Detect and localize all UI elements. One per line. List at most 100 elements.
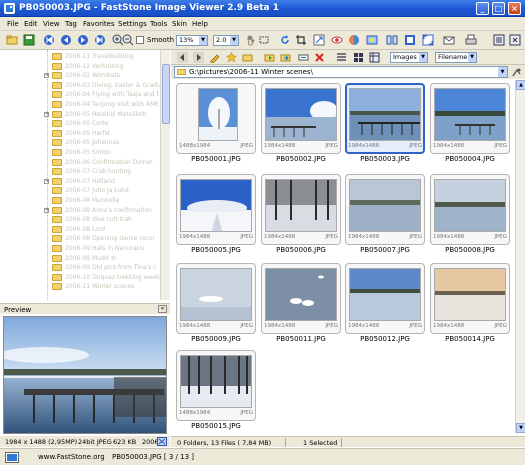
folder-tree-item[interactable]: 2006-05 Simon xyxy=(0,149,170,157)
scrollbar-thumb[interactable] xyxy=(162,64,170,124)
folder-tree-item[interactable]: 2006-05 Corte xyxy=(0,120,170,128)
scroll-down-icon[interactable]: ▼ xyxy=(516,423,525,433)
folder-tree-item[interactable]: 2006-08 Lord xyxy=(0,225,170,234)
crop-icon[interactable] xyxy=(295,34,307,46)
folder-tree-item[interactable]: 2006-03 Diving, Easter & Gradu xyxy=(0,81,170,90)
thumbnail-item[interactable]: 1984x1488 JPEG PB050008.JPG xyxy=(430,174,510,254)
folder-tree-item[interactable]: +2006-07 Holland xyxy=(0,177,170,186)
folder-tree-item[interactable]: 2006-05 Johannus xyxy=(0,139,170,147)
thumbnail-item[interactable]: 1984x1488 JPEG PB050014.JPG xyxy=(430,263,510,343)
red-eye-icon[interactable] xyxy=(331,34,343,46)
rename-icon[interactable] xyxy=(298,52,309,63)
thumbnail-item[interactable]: 1488x1984 JPEG PB050001.JPG xyxy=(176,83,256,163)
thumbnail-item[interactable]: 1984x1488 JPEG PB050004.JPG xyxy=(430,83,510,163)
folder-tree-item[interactable]: +2006-08 Anna's confirmation xyxy=(0,206,170,215)
menu-tag[interactable]: Tag xyxy=(65,20,77,28)
open-folder-icon[interactable] xyxy=(6,34,18,46)
folder-tree-scrollbar[interactable] xyxy=(160,50,170,300)
menu-skin[interactable]: Skin xyxy=(172,20,187,28)
thumbnail-scrollbar[interactable]: ▲ ▼ xyxy=(515,80,525,433)
folder-tree-item[interactable]: 2006-08 dive cult trak xyxy=(0,216,170,224)
folder-tree-item[interactable]: +2006-02 Wombats xyxy=(0,72,170,80)
forward-icon[interactable] xyxy=(193,52,204,63)
thumbnail-item[interactable]: 1488x1984 JPEG PB050015.JPG xyxy=(176,350,256,430)
folder-tree-item[interactable]: 2006-04 Tanjong visit with AME xyxy=(0,101,170,109)
delete-icon[interactable] xyxy=(314,52,325,63)
website-link[interactable]: www.FastStone.org xyxy=(38,453,105,461)
smooth-checkbox[interactable] xyxy=(136,36,144,44)
save-icon[interactable] xyxy=(23,34,35,46)
folder-tree-item[interactable]: 2006-11 Winter scenes xyxy=(0,283,170,291)
edit-tag-icon[interactable] xyxy=(210,52,221,63)
thumbnail-item[interactable]: 1984x1488 JPEG PB050002.JPG xyxy=(261,83,341,163)
last-image-icon[interactable] xyxy=(94,34,106,46)
menu-help[interactable]: Help xyxy=(192,20,208,28)
folder-tree-item[interactable]: 2006-09 Mudd ® xyxy=(0,254,170,263)
print-icon[interactable] xyxy=(465,34,477,46)
previous-image-icon[interactable] xyxy=(60,34,72,46)
maximize-button[interactable]: □ xyxy=(492,2,505,15)
color-adjust-icon[interactable] xyxy=(348,34,360,46)
folder-tree-item[interactable]: 2006-07 Crab hunting xyxy=(0,168,170,176)
details-view-icon[interactable] xyxy=(369,52,380,63)
hand-tool-icon[interactable] xyxy=(245,34,257,46)
folder-tree-item[interactable]: 2006-05 Herfst xyxy=(0,129,170,138)
view-filter-select[interactable]: Images ▼ xyxy=(390,52,428,63)
folder-tree-item[interactable]: 2006-10 Tarquaz trekking weeks xyxy=(0,273,170,282)
compare-icon[interactable] xyxy=(386,34,398,46)
menu-favorites[interactable]: Favorites xyxy=(83,20,115,28)
thumbnail-item[interactable]: 1984x1488 JPEG PB050007.JPG xyxy=(345,174,425,254)
folder-tree-item[interactable]: 2006-11 Travelbuilding xyxy=(0,53,170,61)
menu-edit[interactable]: Edit xyxy=(24,20,38,28)
exit-icon[interactable] xyxy=(509,34,521,46)
folder-tree-item[interactable]: 2006-08 Munnelle xyxy=(0,197,170,205)
thumbnail-item-selected[interactable]: 1984x1488 JPEG PB050003.JPG xyxy=(345,83,425,163)
path-input[interactable]: G:\pictures\2006-11 Winter scenes\ ▼ xyxy=(174,66,508,78)
resize-icon[interactable] xyxy=(313,34,325,46)
folder-tree-item[interactable]: +2006-05 Helsinki Metsäkoti xyxy=(0,110,170,119)
folder-tree-item[interactable]: 2006-07 Juho ja kulut xyxy=(0,187,170,195)
menu-settings[interactable]: Settings xyxy=(118,20,147,28)
thumbnail-item[interactable]: 1984x1488 JPEG PB050011.JPG xyxy=(261,263,341,343)
zoom-select[interactable]: 13% ▼ xyxy=(176,35,208,46)
select-tool-icon[interactable] xyxy=(258,34,270,46)
slideshow-icon[interactable] xyxy=(404,34,416,46)
collapse-preview-icon[interactable]: « xyxy=(158,305,167,313)
expand-icon[interactable]: + xyxy=(44,178,49,184)
first-image-icon[interactable] xyxy=(43,34,55,46)
thumbnail-view-icon[interactable] xyxy=(353,52,364,63)
favorite-star-icon[interactable] xyxy=(226,52,237,63)
thumbnail-item[interactable]: 1984x1488 JPEG PB050005.JPG xyxy=(176,174,256,254)
thumbnail-grid[interactable]: 1488x1984 JPEG PB050001.JPG 1984x1488 JP… xyxy=(171,80,515,433)
settings-icon[interactable] xyxy=(493,34,505,46)
sort-select[interactable]: Filename ▼ xyxy=(435,52,477,63)
menu-view[interactable]: View xyxy=(43,20,60,28)
thumbnail-item[interactable]: 1984x1488 JPEG PB050009.JPG xyxy=(176,263,256,343)
list-view-icon[interactable] xyxy=(336,52,347,63)
zoom-out-icon[interactable] xyxy=(122,34,134,46)
expand-icon[interactable]: + xyxy=(44,73,49,79)
folder-tree-item[interactable]: 2006-12 Verhuizing xyxy=(0,62,170,71)
move-to-icon[interactable] xyxy=(280,52,291,63)
fullscreen-icon[interactable] xyxy=(422,34,434,46)
expand-icon[interactable]: + xyxy=(44,207,49,213)
rotate-left-icon[interactable] xyxy=(279,34,291,46)
fit-preview-icon[interactable] xyxy=(157,437,167,446)
thumbnail-item[interactable]: 1984x1488 JPEG PB050006.JPG xyxy=(261,174,341,254)
folder-tree-item[interactable]: 2006-09 Old pics from Tina's c xyxy=(0,264,170,272)
folder-tree-item[interactable]: 2006-04 Flying with Tasja and f xyxy=(0,91,170,99)
scroll-up-icon[interactable]: ▲ xyxy=(516,80,525,90)
folder-tree-item[interactable]: 2006-06 Confirmation Dinner xyxy=(0,158,170,167)
expand-icon[interactable]: + xyxy=(44,111,49,117)
back-icon[interactable] xyxy=(177,52,188,63)
folder-tree[interactable]: 2006-11 Travelbuilding 2006-12 Verhuizing… xyxy=(0,50,170,300)
gamma-select[interactable]: 2.0 ▼ xyxy=(213,35,239,46)
copy-to-icon[interactable] xyxy=(264,52,275,63)
thumbnail-item[interactable]: 1984x1488 JPEG PB050012.JPG xyxy=(345,263,425,343)
email-icon[interactable] xyxy=(443,34,455,46)
folder-tree-item[interactable]: 2006-08 Opening dance recor xyxy=(0,235,170,243)
go-up-icon[interactable] xyxy=(511,67,522,78)
folder-tree-item[interactable]: 2006-09 Hats in Nanurativ xyxy=(0,245,170,253)
minimize-button[interactable]: _ xyxy=(476,2,489,15)
menu-tools[interactable]: Tools xyxy=(150,20,167,28)
